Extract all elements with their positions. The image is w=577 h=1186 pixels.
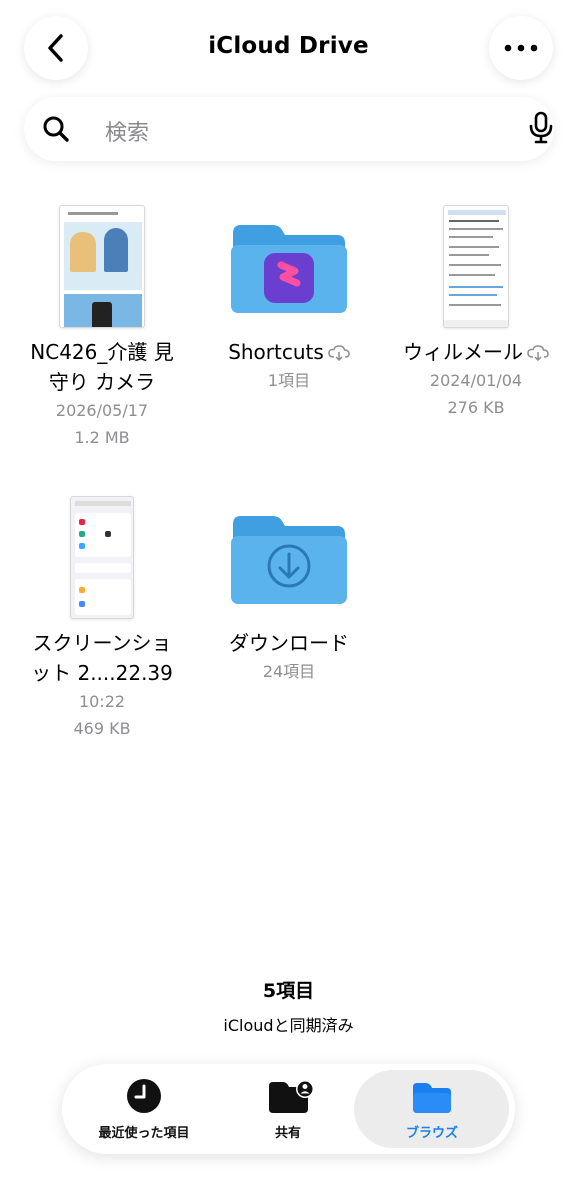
item-size: 276 KB [447, 398, 505, 417]
tab-label: ブラウズ [405, 1126, 458, 1141]
folder-item[interactable]: Shortcuts 1項目 [199, 205, 379, 394]
folder-item[interactable]: ダウンロード 24項目 [199, 496, 379, 685]
search-field[interactable]: 検索 [24, 97, 554, 161]
microphone-icon[interactable] [528, 111, 554, 145]
item-count: 24項目 [262, 662, 316, 681]
search-placeholder: 検索 [105, 121, 150, 146]
item-name-line1: NC426_介護 見 [30, 340, 174, 364]
tab-label: 共有 [274, 1126, 301, 1141]
folder-icon [413, 1083, 451, 1113]
cloud-download-icon [527, 345, 549, 361]
sync-status: iCloudと同期済み [223, 1016, 354, 1035]
file-item[interactable]: ウィルメール 2024/01/04 276 KB [386, 205, 566, 421]
more-button[interactable] [489, 16, 553, 80]
search-icon [43, 116, 69, 142]
tab-label: 最近使った項目 [98, 1126, 190, 1141]
item-count: 1項目 [267, 371, 311, 390]
item-name-line1: スクリーンショ [32, 631, 172, 655]
item-date: 2024/01/04 [429, 371, 523, 390]
item-size: 469 KB [73, 719, 131, 738]
item-name: Shortcuts [228, 340, 324, 364]
file-item[interactable]: NC426_介護 見 守り カメラ 2026/05/17 1.2 MB [12, 205, 192, 451]
item-size: 1.2 MB [74, 428, 130, 447]
ellipsis-icon [504, 44, 538, 52]
tab-browse[interactable]: ブラウズ [372, 1064, 492, 1154]
item-name-line2: 守り カメラ [48, 370, 156, 394]
tab-bar: 最近使った項目 共有 ブラウズ [62, 1064, 515, 1154]
shared-folder-icon [269, 1080, 314, 1113]
item-count-summary: 5項目 [262, 980, 315, 1002]
tab-recents[interactable]: 最近使った項目 [84, 1064, 204, 1154]
item-date: 10:22 [78, 692, 126, 711]
cloud-download-icon [328, 345, 350, 361]
item-name: ダウンロード [229, 631, 349, 655]
item-date: 2026/05/17 [55, 401, 149, 420]
document-thumbnail [59, 205, 145, 328]
file-item[interactable]: スクリーンショ ット 2....22.39 10:22 469 KB [12, 496, 192, 742]
header: iCloud Drive [0, 0, 577, 100]
download-folder-icon [231, 516, 347, 604]
item-name-line2: ット 2....22.39 [31, 661, 173, 685]
screenshot-thumbnail [70, 496, 134, 619]
tab-shared[interactable]: 共有 [228, 1064, 348, 1154]
clock-icon [127, 1079, 161, 1113]
document-thumbnail [443, 205, 509, 328]
item-name: ウィルメール [403, 340, 523, 364]
folder-icon [231, 225, 347, 313]
